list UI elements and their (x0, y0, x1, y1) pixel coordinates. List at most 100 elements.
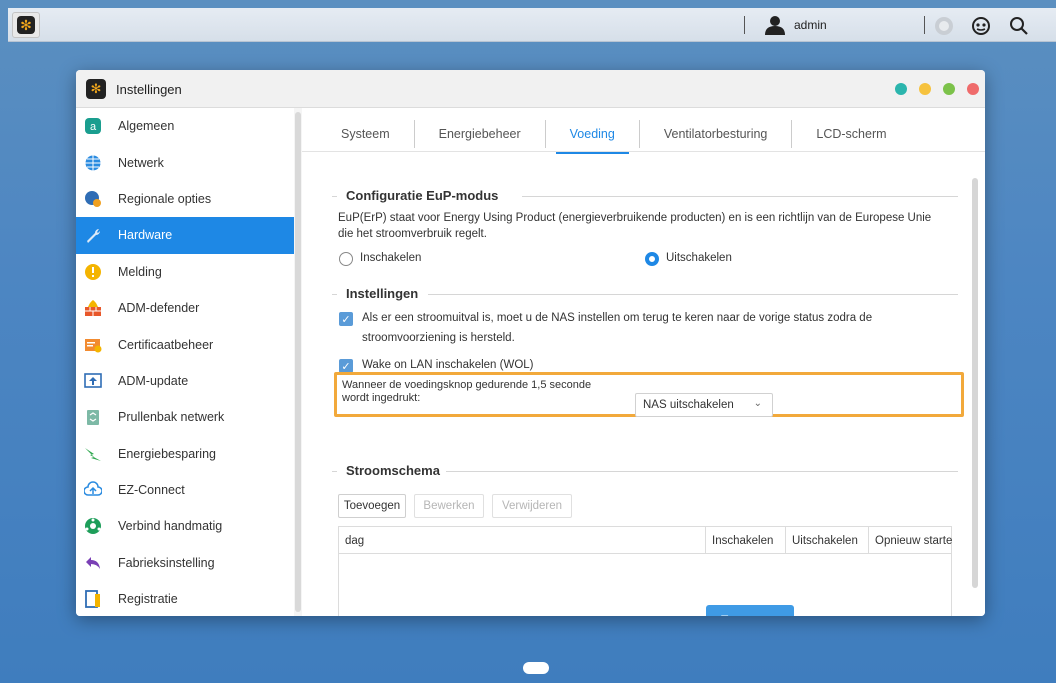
add-schedule-button[interactable]: Toevoegen (338, 494, 406, 518)
sidebar-scrollbar[interactable] (294, 108, 302, 616)
window-close-button[interactable] (967, 83, 979, 95)
power-restore-label-cont: stroomvoorziening is hersteld. (362, 332, 515, 344)
window-help-button[interactable] (895, 83, 907, 95)
general-icon: a (84, 117, 102, 135)
sidebar-item-label: Certificaatbeheer (118, 337, 214, 352)
wol-checkbox[interactable]: ✓ (339, 359, 353, 373)
notification-icon[interactable] (933, 15, 955, 37)
window-maximize-button[interactable] (943, 83, 955, 95)
sidebar-item-label: Algemeen (118, 119, 175, 134)
eup-description: EuP(ErP) staat voor Energy Using Product… (338, 212, 932, 224)
recycle-bin-icon (84, 408, 102, 426)
sidebar-item-prullenbak-netwerk[interactable]: Prullenbak netwerk (76, 399, 294, 435)
sidebar-item-energiebesparing[interactable]: Energiebesparing (76, 436, 294, 472)
search-icon[interactable] (1008, 15, 1030, 37)
sidebar-item-label: Melding (118, 264, 162, 279)
sidebar-item-label: ADM-defender (118, 301, 200, 316)
sidebar-item-adm-defender[interactable]: ADM-defender (76, 290, 294, 326)
power-restore-checkbox[interactable]: ✓ (339, 312, 353, 326)
settings-sidebar: a Algemeen Netwerk Regionale opties Hardware… (76, 108, 294, 616)
column-header-day[interactable]: dag (339, 527, 705, 554)
sidebar-item-label: Prullenbak netwerk (118, 410, 225, 425)
sidebar-item-adm-update[interactable]: ADM-update (76, 363, 294, 399)
schedule-table-header: dag Inschakelen Uitschakelen Opnieuw sta… (339, 527, 953, 554)
adm-home-button[interactable]: ✻ (12, 12, 40, 38)
user-name[interactable]: admin (794, 18, 827, 32)
cloud-icon (84, 481, 102, 499)
column-header-power-on[interactable]: Inschakelen (705, 527, 785, 554)
sidebar-item-label: Verbind handmatig (118, 519, 223, 534)
eup-description-cont: die het stroomverbruik regelt. (338, 228, 487, 240)
column-header-power-off[interactable]: Uitschakelen (785, 527, 868, 554)
sidebar-item-label: Energiebesparing (118, 446, 216, 461)
power-restore-label: Als er een stroomuitval is, moet u de NA… (362, 312, 873, 324)
connect-icon (84, 517, 102, 535)
settings-window: ✻ Instellingen a Algemeen Netwerk Regionale… (76, 70, 985, 616)
window-titlebar[interactable]: ✻ Instellingen (76, 70, 985, 108)
settings-section-title: Instellingen (340, 286, 425, 301)
eup-enable-label[interactable]: Inschakelen (360, 250, 421, 267)
tab-systeem[interactable]: Systeem (317, 120, 415, 148)
update-icon (84, 372, 102, 390)
settings-app-icon: ✻ (86, 79, 106, 99)
window-title: Instellingen (116, 82, 182, 97)
hardware-panel: Systeem Energiebeheer Voeding Ventilatorbes… (302, 108, 985, 616)
energy-icon (84, 445, 102, 463)
eup-enable-radio[interactable] (339, 252, 353, 266)
sidebar-item-regionale-opties[interactable]: Regionale opties (76, 181, 294, 217)
eup-section-title: Configuratie EuP-modus (340, 188, 505, 203)
dock-handle[interactable] (523, 662, 549, 674)
window-minimize-button[interactable] (919, 83, 931, 95)
power-button-action-select[interactable]: NAS uitschakelen ⌄ (635, 393, 773, 417)
tab-energiebeheer[interactable]: Energiebeheer (415, 120, 546, 148)
hardware-tabs: Systeem Energiebeheer Voeding Ventilatorbes… (317, 120, 911, 154)
registration-icon (84, 590, 102, 609)
content-scrollbar[interactable] (972, 178, 978, 588)
delete-schedule-button[interactable]: Verwijderen (492, 494, 572, 518)
settings-dial-icon[interactable] (970, 15, 992, 37)
eup-disable-label[interactable]: Uitschakelen (666, 250, 732, 267)
sidebar-item-ez-connect[interactable]: EZ-Connect (76, 472, 294, 508)
sidebar-item-melding[interactable]: Melding (76, 254, 294, 290)
reset-icon (84, 554, 102, 572)
region-icon (84, 190, 102, 208)
sidebar-item-hardware[interactable]: Hardware (76, 217, 294, 254)
tab-ventilatorbesturing[interactable]: Ventilatorbesturing (640, 120, 793, 148)
sidebar-item-label: Hardware (118, 228, 173, 243)
sidebar-item-label: ADM-update (118, 373, 189, 388)
schedule-table: dag Inschakelen Uitschakelen Opnieuw sta… (338, 526, 952, 616)
sidebar-item-label: EZ-Connect (118, 483, 185, 498)
power-button-label: Wanneer de voedingsknop gedurende 1,5 se… (342, 379, 592, 391)
power-button-label-cont: wordt ingedrukt: (342, 392, 421, 404)
taskbar-divider (924, 16, 925, 34)
system-taskbar: ✻ admin (8, 8, 1056, 42)
adm-logo-icon: ✻ (17, 16, 35, 34)
edit-schedule-button[interactable]: Bewerken (414, 494, 484, 518)
sidebar-item-certificaatbeheer[interactable]: Certificaatbeheer (76, 326, 294, 362)
firewall-icon (84, 299, 102, 317)
globe-icon (84, 154, 102, 172)
taskbar-divider (744, 16, 745, 34)
sidebar-item-netwerk[interactable]: Netwerk (76, 144, 294, 180)
column-header-restart[interactable]: Opnieuw starte (868, 527, 953, 554)
certificate-icon (84, 336, 102, 354)
schedule-section-title: Stroomschema (340, 463, 446, 478)
apply-button[interactable]: Toepassen (706, 605, 794, 616)
sidebar-item-fabrieksinstelling[interactable]: Fabrieksinstelling (76, 545, 294, 581)
wrench-icon (84, 226, 102, 244)
chevron-down-icon: ⌄ (753, 398, 762, 409)
tab-lcd-scherm[interactable]: LCD-scherm (792, 120, 910, 148)
sidebar-item-label: Netwerk (118, 155, 164, 170)
sidebar-item-label: Registratie (118, 592, 178, 607)
power-button-action-value: NAS uitschakelen (643, 399, 734, 411)
tab-voeding[interactable]: Voeding (546, 120, 640, 154)
svg-text:a: a (90, 121, 97, 133)
eup-disable-radio[interactable] (645, 252, 659, 266)
sidebar-item-algemeen[interactable]: a Algemeen (76, 108, 294, 144)
alert-icon (84, 263, 102, 281)
sidebar-item-label: Regionale opties (118, 191, 212, 206)
sidebar-item-label: Fabrieksinstelling (118, 555, 215, 570)
user-icon[interactable] (764, 15, 786, 35)
sidebar-item-verbind-handmatig[interactable]: Verbind handmatig (76, 508, 294, 544)
sidebar-item-registratie[interactable]: Registratie (76, 581, 294, 616)
